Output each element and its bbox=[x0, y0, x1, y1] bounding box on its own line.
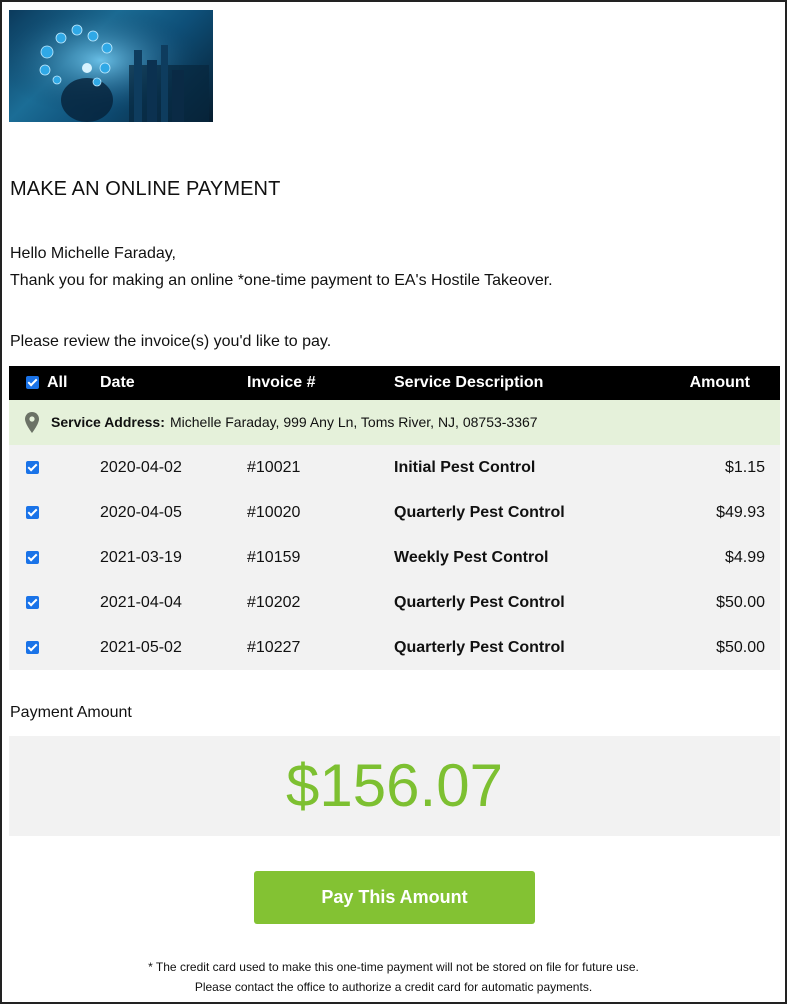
header-amount: Amount bbox=[689, 374, 750, 391]
header-all: All bbox=[47, 374, 68, 391]
invoice-amount: $1.15 bbox=[724, 459, 765, 476]
invoice-rows: 2020-04-02 #10021 Initial Pest Control $… bbox=[9, 445, 780, 670]
invoice-checkbox[interactable] bbox=[26, 551, 39, 564]
invoice-date: 2020-04-05 bbox=[100, 504, 182, 521]
service-description: Quarterly Pest Control bbox=[394, 504, 565, 521]
payment-amount-box: $156.07 bbox=[9, 736, 780, 836]
invoice-checkbox[interactable] bbox=[26, 461, 39, 474]
invoice-number: #10021 bbox=[247, 459, 301, 476]
invoice-number: #10159 bbox=[247, 549, 301, 566]
invoice-number: #10227 bbox=[247, 639, 301, 656]
payment-amount-value: $156.07 bbox=[286, 752, 503, 819]
header-date: Date bbox=[100, 374, 135, 391]
thanks-text: Thank you for making an online *one-time… bbox=[10, 272, 553, 289]
invoice-amount: $4.99 bbox=[724, 549, 765, 566]
invoice-checkbox[interactable] bbox=[26, 506, 39, 519]
invoice-date: 2021-05-02 bbox=[100, 639, 182, 656]
contact-office-note: Please contact the office to authorize a… bbox=[194, 980, 593, 994]
invoice-checkbox[interactable] bbox=[26, 641, 39, 654]
header-service: Service Description bbox=[394, 374, 544, 391]
invoice-checkbox[interactable] bbox=[26, 596, 39, 609]
service-address-label: Service Address: bbox=[51, 414, 165, 430]
service-address-value: Michelle Faraday, 999 Any Ln, Toms River… bbox=[170, 414, 538, 430]
payment-amount-label: Payment Amount bbox=[10, 704, 132, 721]
service-description: Weekly Pest Control bbox=[394, 549, 549, 566]
invoice-amount: $49.93 bbox=[716, 504, 765, 521]
invoice-amount: $50.00 bbox=[716, 594, 765, 611]
banner-image bbox=[9, 10, 213, 122]
table-row: 2021-04-04 #10202 Quarterly Pest Control… bbox=[9, 580, 780, 625]
service-description: Quarterly Pest Control bbox=[394, 594, 565, 611]
service-address-row: Service Address: Michelle Faraday, 999 A… bbox=[9, 400, 780, 445]
service-description: Quarterly Pest Control bbox=[394, 639, 565, 656]
greeting-text: Hello Michelle Faraday, bbox=[10, 245, 176, 262]
invoice-number: #10020 bbox=[247, 504, 301, 521]
invoice-date: 2020-04-02 bbox=[100, 459, 182, 476]
header-invoice: Invoice # bbox=[247, 374, 316, 391]
table-row: 2021-03-19 #10159 Weekly Pest Control $4… bbox=[9, 535, 780, 580]
service-description: Initial Pest Control bbox=[394, 459, 536, 476]
review-instructions: Please review the invoice(s) you'd like … bbox=[10, 333, 332, 350]
pay-this-amount-button[interactable]: Pay This Amount bbox=[254, 871, 535, 924]
select-all-checkbox[interactable] bbox=[26, 376, 39, 389]
payment-page: MAKE AN ONLINE PAYMENT Hello Michelle Fa… bbox=[0, 0, 787, 1004]
invoice-amount: $50.00 bbox=[716, 639, 765, 656]
table-row: 2020-04-02 #10021 Initial Pest Control $… bbox=[9, 445, 780, 490]
invoice-date: 2021-03-19 bbox=[100, 549, 182, 566]
table-row: 2021-05-02 #10227 Quarterly Pest Control… bbox=[9, 625, 780, 670]
invoice-number: #10202 bbox=[247, 594, 301, 611]
card-storage-note: * The credit card used to make this one-… bbox=[148, 960, 639, 974]
map-pin-icon bbox=[25, 412, 39, 436]
table-row: 2020-04-05 #10020 Quarterly Pest Control… bbox=[9, 490, 780, 535]
invoice-date: 2021-04-04 bbox=[100, 594, 182, 611]
invoice-table: All Date Invoice # Service Description A… bbox=[9, 366, 780, 670]
page-title: MAKE AN ONLINE PAYMENT bbox=[10, 178, 281, 200]
table-header: All Date Invoice # Service Description A… bbox=[9, 366, 780, 400]
